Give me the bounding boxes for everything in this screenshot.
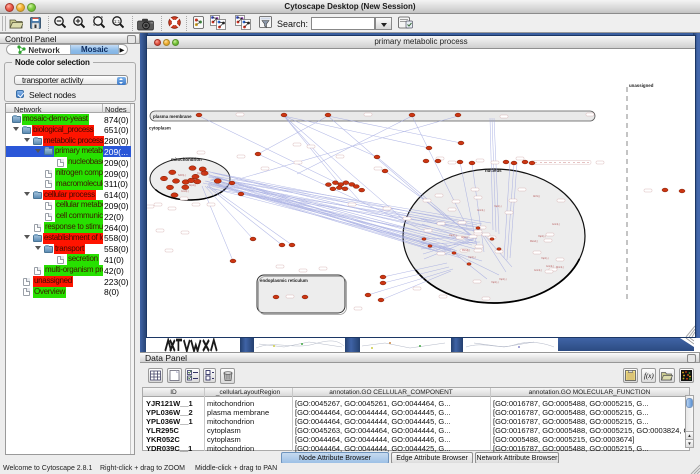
- svg-text:Gcn4(-): Gcn4(-): [477, 210, 485, 212]
- svg-text:cytoplasm: cytoplasm: [149, 126, 171, 131]
- svg-text:endoplasmic reticulum: endoplasmic reticulum: [260, 278, 308, 283]
- svg-text:Gcn4(-): Gcn4(-): [546, 266, 554, 268]
- svg-text:Yap1(-): Yap1(-): [449, 235, 457, 237]
- svg-text:Gcn4(-): Gcn4(-): [552, 224, 560, 226]
- svg-text:Yap1(-): Yap1(-): [499, 279, 507, 281]
- svg-text:unassigned: unassigned: [629, 83, 654, 88]
- svg-text:Yap1(-): Yap1(-): [538, 236, 546, 238]
- svg-text:Msn2(-): Msn2(-): [530, 241, 538, 243]
- svg-text:Abf1(-): Abf1(-): [461, 236, 468, 239]
- svg-text:plasma membrane: plasma membrane: [153, 114, 192, 119]
- svg-text:1:1: 1:1: [114, 19, 121, 24]
- svg-text:f(x): f(x): [644, 372, 654, 380]
- svg-text:Cox9(-): Cox9(-): [181, 191, 189, 193]
- svg-text:Msn2(-): Msn2(-): [462, 250, 470, 252]
- svg-text:Abf1(-): Abf1(-): [533, 195, 540, 198]
- svg-text:Yap1(-): Yap1(-): [494, 206, 502, 208]
- svg-text:Sdh3(-): Sdh3(-): [178, 175, 186, 177]
- svg-text:mitochondrion: mitochondrion: [171, 157, 202, 162]
- svg-text:Atp4(-): Atp4(-): [189, 184, 196, 187]
- svg-text:Yap1(-): Yap1(-): [491, 282, 499, 284]
- svg-text:Cyt1(-): Cyt1(-): [197, 172, 204, 175]
- svg-text:Rpn4(-): Rpn4(-): [556, 267, 564, 269]
- svg-text:Gcn4(-): Gcn4(-): [534, 270, 542, 272]
- svg-text:Yap1(-): Yap1(-): [468, 257, 476, 259]
- svg-text:Yap1(-): Yap1(-): [541, 258, 549, 260]
